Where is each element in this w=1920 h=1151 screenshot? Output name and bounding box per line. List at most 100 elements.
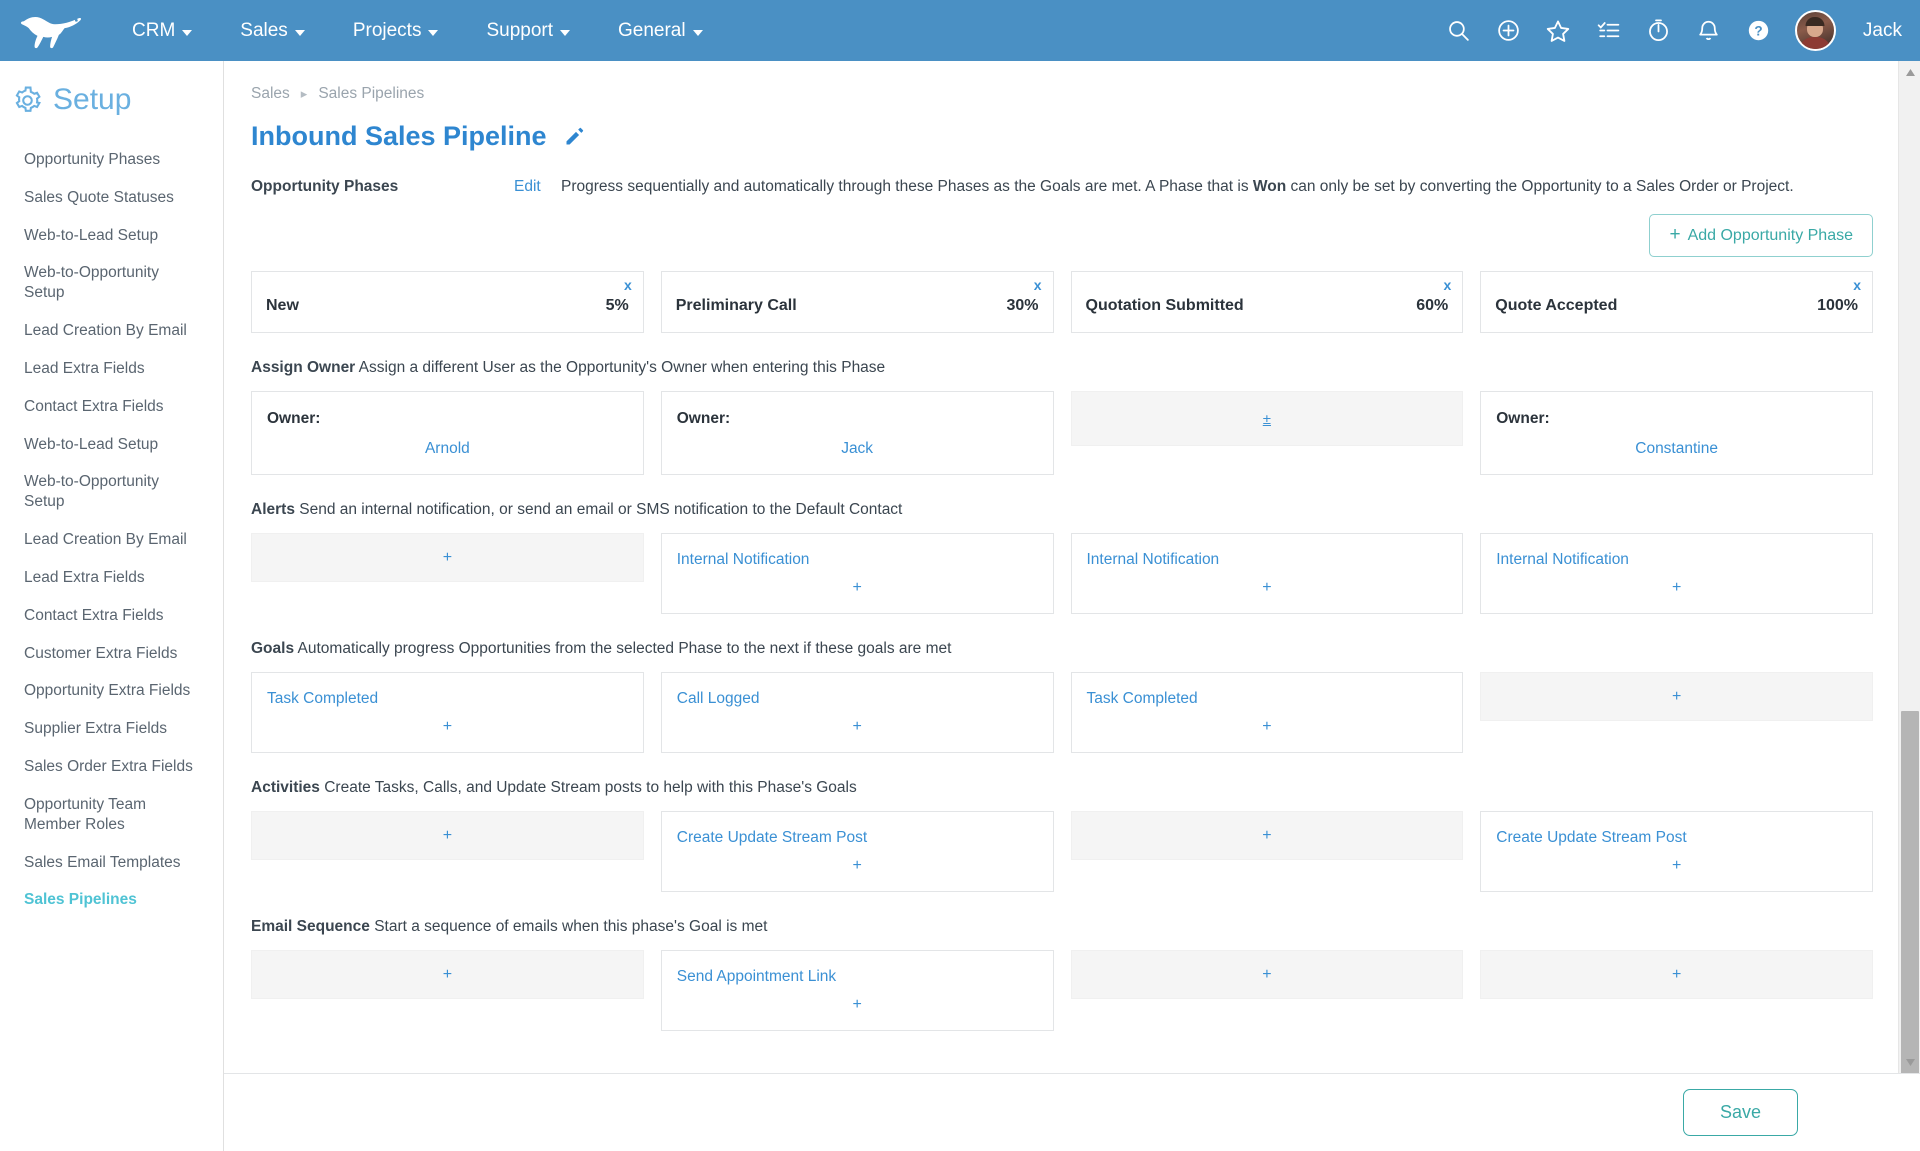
sidebar-item-lead-extra-fields-2[interactable]: Lead Extra Fields — [0, 559, 223, 597]
owner-value[interactable]: Arnold — [267, 440, 628, 458]
sidebar-item-opportunity-extra-fields[interactable]: Opportunity Extra Fields — [0, 672, 223, 710]
pencil-icon[interactable] — [564, 127, 584, 147]
sidebar-item-lead-extra-fields[interactable]: Lead Extra Fields — [0, 350, 223, 388]
add-activity-icon[interactable]: + — [677, 857, 1038, 875]
sidebar-item-opportunity-team-member-roles[interactable]: Opportunity Team Member Roles — [0, 786, 223, 844]
help-icon[interactable]: ? — [1745, 17, 1772, 44]
phase-card-new[interactable]: x New 5% — [251, 271, 644, 333]
sidebar-item-customer-extra-fields[interactable]: Customer Extra Fields — [0, 635, 223, 673]
save-button[interactable]: Save — [1682, 1089, 1798, 1136]
sidebar-item-sales-pipelines[interactable]: Sales Pipelines — [0, 881, 223, 919]
email-item-label[interactable]: Send Appointment Link — [677, 968, 1038, 986]
vertical-scrollbar[interactable] — [1898, 61, 1920, 1073]
add-opportunity-phase-button[interactable]: + Add Opportunity Phase — [1649, 214, 1873, 257]
sidebar-item-label: Web-to-Opportunity Setup — [24, 473, 159, 511]
breadcrumb-link-sales-pipelines[interactable]: Sales Pipelines — [318, 85, 424, 103]
owner-value[interactable]: Jack — [677, 440, 1038, 458]
owner-value[interactable]: Constantine — [1496, 440, 1857, 458]
star-icon[interactable] — [1545, 17, 1572, 44]
alert-item-label[interactable]: Internal Notification — [1087, 551, 1448, 569]
email-cell-new-add[interactable]: + — [251, 950, 644, 999]
goal-cell-preliminary-call[interactable]: Call Logged + — [660, 672, 1054, 753]
owner-cell-quote-accepted[interactable]: Owner: Constantine — [1480, 391, 1873, 475]
add-alert-icon[interactable]: + — [1496, 579, 1857, 597]
owner-cell-preliminary-call[interactable]: Owner: Jack — [660, 391, 1054, 475]
sidebar-item-opportunity-phases[interactable]: Opportunity Phases — [0, 141, 223, 179]
goal-cell-new[interactable]: Task Completed + — [251, 672, 644, 753]
avatar-body — [1799, 37, 1832, 49]
username-label[interactable]: Jack — [1863, 20, 1902, 42]
activities-row-label: Activities Create Tasks, Calls, and Upda… — [251, 779, 1873, 797]
scrollbar-thumb[interactable] — [1901, 711, 1919, 1073]
alert-cell-quotation-submitted[interactable]: Internal Notification + — [1070, 533, 1464, 614]
sidebar-item-web-to-lead-setup-2[interactable]: Web-to-Lead Setup — [0, 426, 223, 464]
activity-cell-quote-accepted[interactable]: Create Update Stream Post + — [1480, 811, 1873, 892]
sidebar-item-sales-email-templates[interactable]: Sales Email Templates — [0, 844, 223, 882]
sidebar-item-web-to-lead-setup[interactable]: Web-to-Lead Setup — [0, 217, 223, 255]
sidebar-item-lead-creation-by-email[interactable]: Lead Creation By Email — [0, 312, 223, 350]
goal-cell-quote-accepted-add[interactable]: + — [1480, 672, 1873, 721]
email-cell-quotation-submitted-add[interactable]: + — [1070, 950, 1464, 999]
activity-cell-quotation-submitted-add[interactable]: + — [1070, 811, 1464, 860]
edit-phases-link[interactable]: Edit — [514, 178, 561, 196]
alert-cell-preliminary-call[interactable]: Internal Notification + — [660, 533, 1054, 614]
sidebar-item-contact-extra-fields-2[interactable]: Contact Extra Fields — [0, 597, 223, 635]
owner-cell-new[interactable]: Owner: Arnold — [251, 391, 644, 475]
alert-cell-new-add[interactable]: + — [251, 533, 644, 582]
owner-cell-quotation-submitted-add[interactable]: ± — [1070, 391, 1464, 446]
phase-card-quotation-submitted[interactable]: x Quotation Submitted 60% — [1070, 271, 1464, 333]
scroll-down-button[interactable] — [1899, 1051, 1920, 1073]
add-goal-icon[interactable]: + — [1087, 718, 1448, 736]
phase-card-preliminary-call[interactable]: x Preliminary Call 30% — [660, 271, 1054, 333]
email-cell-preliminary-call[interactable]: Send Appointment Link + — [660, 950, 1054, 1031]
activity-cell-new-add[interactable]: + — [251, 811, 644, 860]
sidebar-item-web-to-opportunity-setup[interactable]: Web-to-Opportunity Setup — [0, 254, 223, 312]
checklist-icon[interactable] — [1595, 17, 1622, 44]
timer-icon[interactable] — [1645, 17, 1672, 44]
sidebar-item-sales-order-extra-fields[interactable]: Sales Order Extra Fields — [0, 748, 223, 786]
alert-item-label[interactable]: Internal Notification — [677, 551, 1038, 569]
sidebar-item-label: Contact Extra Fields — [24, 397, 164, 415]
nav-item-general[interactable]: General — [594, 0, 727, 61]
goal-item-label[interactable]: Call Logged — [677, 690, 1038, 708]
add-email-icon[interactable]: + — [677, 996, 1038, 1014]
alert-cell-quote-accepted[interactable]: Internal Notification + — [1480, 533, 1873, 614]
add-activity-icon[interactable]: + — [1496, 857, 1857, 875]
close-icon[interactable]: x — [624, 277, 632, 293]
phase-card-quote-accepted[interactable]: x Quote Accepted 100% — [1480, 271, 1873, 333]
add-goal-icon[interactable]: + — [267, 718, 628, 736]
sidebar-item-supplier-extra-fields[interactable]: Supplier Extra Fields — [0, 710, 223, 748]
sidebar-item-label: Sales Quote Statuses — [24, 188, 174, 206]
scroll-up-button[interactable] — [1899, 61, 1920, 83]
search-icon[interactable] — [1445, 17, 1472, 44]
row-title: Activities — [251, 779, 320, 796]
breadcrumb-link-sales[interactable]: Sales — [251, 85, 290, 103]
goal-cell-quotation-submitted[interactable]: Task Completed + — [1070, 672, 1464, 753]
add-goal-icon[interactable]: + — [677, 718, 1038, 736]
close-icon[interactable]: x — [1443, 277, 1451, 293]
bell-icon[interactable] — [1695, 17, 1722, 44]
nav-item-support[interactable]: Support — [462, 0, 594, 61]
add-alert-icon[interactable]: + — [1087, 579, 1448, 597]
app-logo[interactable] — [0, 12, 108, 50]
sidebar-item-contact-extra-fields[interactable]: Contact Extra Fields — [0, 388, 223, 426]
close-icon[interactable]: x — [1853, 277, 1861, 293]
email-cell-quote-accepted-add[interactable]: + — [1480, 950, 1873, 999]
add-alert-icon[interactable]: + — [677, 579, 1038, 597]
goal-item-label[interactable]: Task Completed — [267, 690, 628, 708]
activity-item-label[interactable]: Create Update Stream Post — [677, 829, 1038, 847]
close-icon[interactable]: x — [1034, 277, 1042, 293]
alert-item-label[interactable]: Internal Notification — [1496, 551, 1857, 569]
sidebar-item-sales-quote-statuses[interactable]: Sales Quote Statuses — [0, 179, 223, 217]
sidebar-item-lead-creation-by-email-2[interactable]: Lead Creation By Email — [0, 521, 223, 559]
avatar[interactable] — [1794, 10, 1836, 51]
page-footer: Save — [224, 1073, 1920, 1151]
activity-item-label[interactable]: Create Update Stream Post — [1496, 829, 1857, 847]
nav-item-sales[interactable]: Sales — [216, 0, 329, 61]
goal-item-label[interactable]: Task Completed — [1087, 690, 1448, 708]
sidebar-item-web-to-opportunity-setup-2[interactable]: Web-to-Opportunity Setup — [0, 463, 223, 521]
nav-item-projects[interactable]: Projects — [329, 0, 463, 61]
activity-cell-preliminary-call[interactable]: Create Update Stream Post + — [660, 811, 1054, 892]
add-circle-icon[interactable] — [1495, 17, 1522, 44]
nav-item-crm[interactable]: CRM — [108, 0, 216, 61]
